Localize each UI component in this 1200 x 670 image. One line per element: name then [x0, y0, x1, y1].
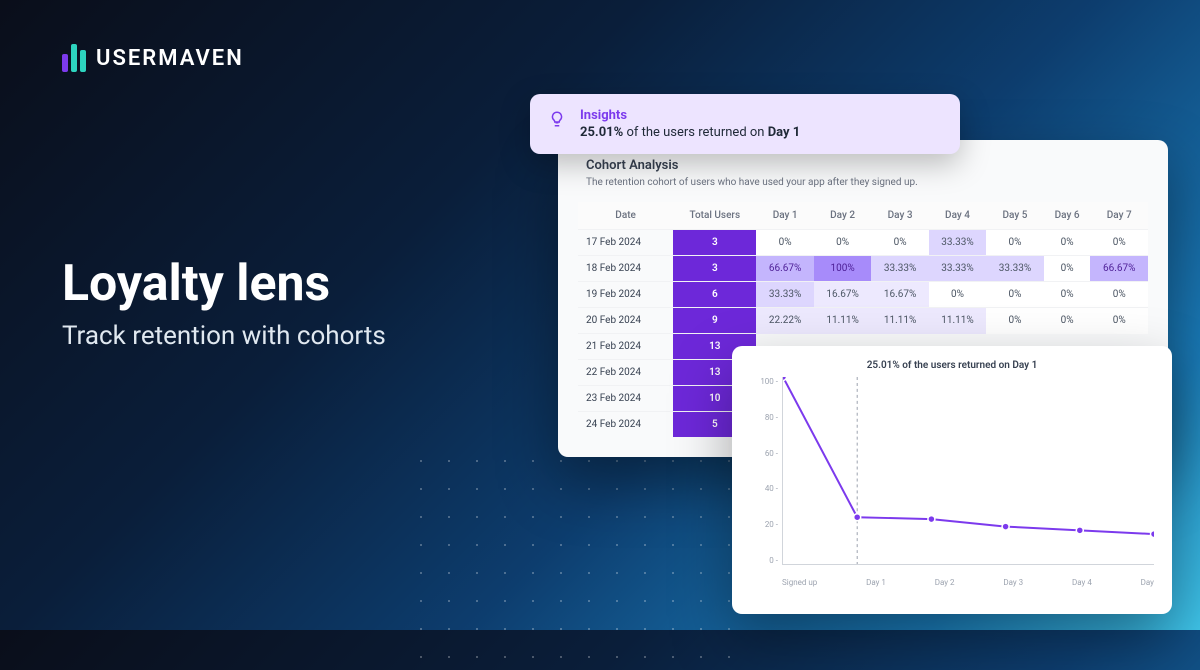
hero-subtitle: Track retention with cohorts [62, 321, 386, 351]
cohort-subtitle: The retention cohort of users who have u… [578, 177, 1148, 188]
decorative-dots [420, 460, 742, 670]
brand-logo: USERMAVEN [62, 44, 244, 72]
chart-title: 25.01% of the users returned on Day 1 [750, 360, 1154, 371]
table-header: Day 5 [986, 202, 1043, 230]
table-header: Day 6 [1044, 202, 1091, 230]
hero-block: Loyalty lens Track retention with cohort… [62, 255, 386, 351]
insights-text: 25.01% of the users returned on Day 1 [580, 125, 800, 140]
table-header: Day 3 [871, 202, 928, 230]
table-header: Date [578, 202, 673, 230]
table-header: Total Users [673, 202, 756, 230]
hero-title: Loyalty lens [62, 255, 386, 313]
table-row: 20 Feb 2024922.22%11.11%11.11%11.11%0%0%… [578, 308, 1148, 334]
lightbulb-icon [548, 110, 566, 128]
table-row: 17 Feb 202430%0%0%33.33%0%0%0% [578, 230, 1148, 256]
table-row: 19 Feb 2024633.33%16.67%16.67%0%0%0%0% [578, 282, 1148, 308]
table-header: Day 1 [756, 202, 813, 230]
cohort-title: Cohort Analysis [578, 158, 1148, 173]
insights-callout: Insights 25.01% of the users returned on… [530, 94, 960, 154]
insights-title: Insights [580, 108, 800, 123]
brand-name: USERMAVEN [96, 46, 244, 71]
table-header: Day 4 [929, 202, 986, 230]
table-header: Day 2 [814, 202, 871, 230]
table-row: 18 Feb 2024366.67%100%33.33%33.33%33.33%… [578, 256, 1148, 282]
table-header: Day 7 [1090, 202, 1148, 230]
chart-area: 100 -80 -60 -40 -20 -0 - Signed upDay 1D… [750, 377, 1154, 587]
chart-plot [782, 377, 1154, 565]
chart-x-axis: Signed upDay 1Day 2Day 3Day 4Day [782, 578, 1154, 587]
retention-chart-card: 25.01% of the users returned on Day 1 10… [732, 346, 1172, 614]
chart-y-axis: 100 -80 -60 -40 -20 -0 - [750, 377, 778, 565]
logo-icon [62, 44, 86, 72]
